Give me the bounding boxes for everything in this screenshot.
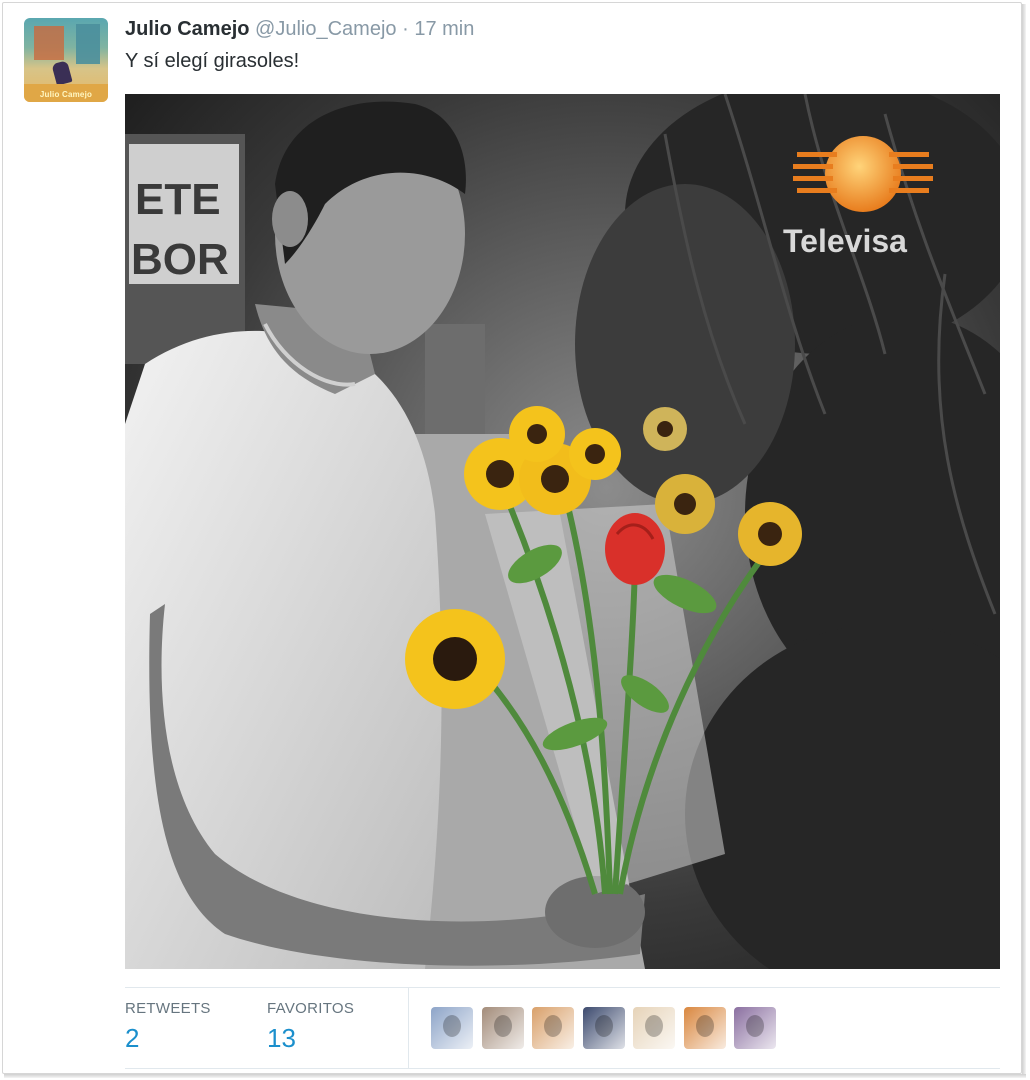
tweet-text: Y sí elegí girasoles! [125,50,300,72]
retweets-count: 2 [125,1023,140,1053]
favorites-label: FAVORITOS [267,1000,355,1017]
sunflower-5 [569,428,621,480]
stats-divider-top [125,987,1000,988]
favoriter-avatar[interactable] [734,1007,776,1049]
sunflower-8 [643,407,687,451]
photo-illustration: ETE BOR Televisa [125,94,1000,969]
tweet-photo[interactable]: ETE BOR Televisa [125,94,1000,969]
card-shadow-right [1022,4,1026,1076]
sign-text-1: ETE [135,175,221,224]
author-handle[interactable]: @Julio_Camejo [255,18,396,40]
favoriter-face [443,1015,461,1037]
sunflower-6 [655,474,715,534]
red-rose [605,513,665,585]
favoriter-face [695,1015,714,1037]
favoriter-avatar[interactable] [532,1007,574,1049]
favoriter-avatar[interactable] [633,1007,675,1049]
retweets-label: RETWEETS [125,1000,211,1017]
favoriter-avatar[interactable] [683,1007,726,1049]
avatar-figure [51,60,73,86]
far-stall [425,324,485,434]
favoriter-face [594,1015,613,1037]
card-shadow-bottom [4,1074,1026,1078]
retweets-stat[interactable]: RETWEETS 2 [125,1000,211,1054]
stats-divider-bottom [125,1068,1000,1069]
stats-divider-vertical [408,988,409,1068]
man-ear [272,191,308,247]
sign-text-2: BOR [131,235,229,284]
favoriter-avatar[interactable] [481,1007,524,1049]
tweet-timestamp[interactable]: 17 min [414,18,474,40]
favorites-count: 13 [267,1023,296,1053]
author-name[interactable]: Julio Camejo [125,18,249,40]
sunflower-4 [509,406,565,462]
author-avatar[interactable]: Julio Camejo [24,18,108,102]
favoriter-avatar[interactable] [431,1007,473,1049]
header-separator: · [402,18,409,40]
sunflower-1 [405,609,505,709]
tweet-header: Julio Camejo @Julio_Camejo · 17 min [125,16,474,42]
favoriter-avatar[interactable] [582,1007,625,1049]
favoriter-face [746,1015,764,1037]
avatar-label: Julio Camejo [39,90,93,99]
man-shirt [125,330,442,969]
favoriter-face [544,1015,562,1037]
sunflower-7 [738,502,802,566]
avatar-wall [34,26,64,60]
favoriter-face [645,1015,663,1037]
favoriter-face [493,1015,512,1037]
avatar-wall-right [76,24,100,64]
favorites-stat[interactable]: FAVORITOS 13 [267,1000,354,1054]
televisa-wordmark: Televisa [783,223,907,259]
